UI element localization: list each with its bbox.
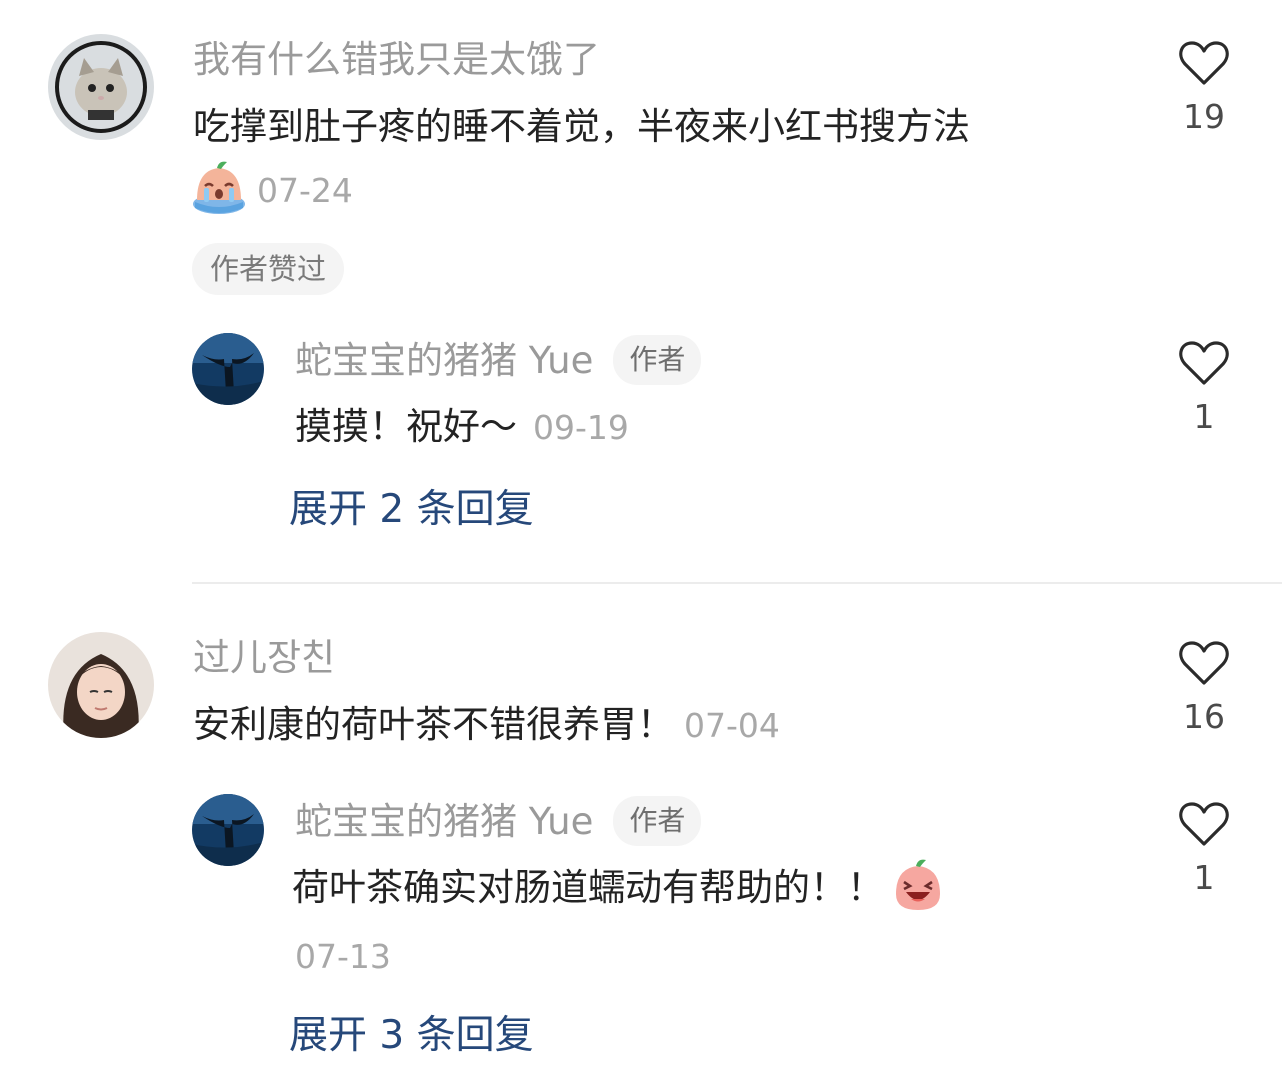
reply-content: 荷叶茶确实对肠道蠕动有帮助的！！ [292, 858, 944, 916]
like-button[interactable]: 1 [1159, 801, 1249, 894]
comment-text: 安利康的荷叶茶不错很养胃！ [193, 703, 674, 746]
comment-divider [192, 582, 1282, 584]
reply-text: 荷叶茶确实对肠道蠕动有帮助的！！ [292, 865, 884, 909]
expand-replies-link[interactable]: 展开 2 条回复 [289, 490, 534, 529]
crying-peach-emoji [191, 160, 247, 220]
like-count: 1 [1193, 858, 1215, 897]
reply-header: 蛇宝宝的猪猪 Yue 作者 [295, 335, 702, 385]
whale-tail-avatar-image [192, 333, 264, 405]
heart-outline-icon [1179, 802, 1229, 846]
like-count: 19 [1183, 97, 1225, 136]
reply-content: 摸摸！祝好～ 09-19 [295, 408, 629, 445]
author-tag: 作者 [613, 335, 702, 385]
reply-header: 蛇宝宝的猪猪 Yue 作者 [295, 796, 702, 846]
comment-username[interactable]: 过儿장친 [193, 639, 335, 676]
heart-outline-icon [1179, 41, 1229, 85]
avatar[interactable] [192, 794, 264, 866]
like-button[interactable]: 19 [1159, 40, 1249, 133]
comment-date: 07-04 [684, 706, 780, 745]
heart-outline-icon [1179, 641, 1229, 685]
reply-date: 07-13 [295, 937, 391, 976]
author-tag: 作者 [613, 796, 702, 846]
laughing-peach-emoji [892, 858, 944, 916]
whale-tail-avatar-image [192, 794, 264, 866]
comment-content: 安利康的荷叶茶不错很养胃！ 07-04 [193, 706, 780, 743]
cat-avatar-image [48, 34, 154, 140]
avatar[interactable] [48, 34, 154, 140]
like-count: 1 [1193, 397, 1215, 436]
avatar[interactable] [192, 333, 264, 405]
heart-outline-icon [1179, 341, 1229, 385]
reply-username[interactable]: 蛇宝宝的猪猪 Yue [295, 803, 593, 840]
avatar[interactable] [48, 632, 154, 738]
comment-meta: 07-24 [191, 160, 353, 220]
like-count: 16 [1183, 697, 1225, 736]
comment-text: 吃撑到肚子疼的睡不着觉，半夜来小红书搜方法 [193, 105, 970, 148]
reply-text: 摸摸！祝好～ [295, 405, 517, 448]
like-button[interactable]: 16 [1159, 640, 1249, 733]
reply-date: 09-19 [533, 408, 629, 447]
reply-username[interactable]: 蛇宝宝的猪猪 Yue [295, 342, 593, 379]
like-button[interactable]: 1 [1159, 340, 1249, 433]
comment-username[interactable]: 我有什么错我只是太饿了 [193, 41, 600, 78]
author-liked-badge: 作者赞过 [192, 243, 345, 295]
girl-avatar-image [48, 632, 154, 738]
comment-date: 07-24 [257, 170, 353, 210]
expand-replies-link[interactable]: 展开 3 条回复 [289, 1016, 534, 1055]
